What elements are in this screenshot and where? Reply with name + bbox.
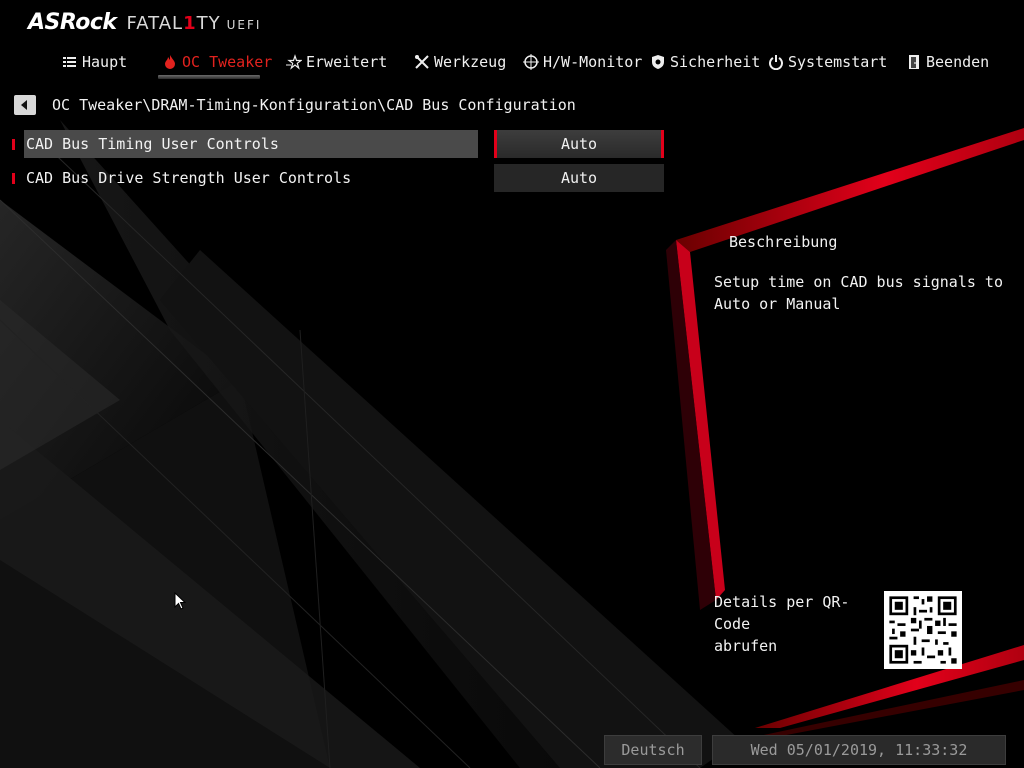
tab-label: OC Tweaker bbox=[182, 53, 273, 71]
description-text: Setup time on CAD bus signals to Auto or… bbox=[714, 273, 1003, 313]
tab-label: H/W-Monitor bbox=[543, 53, 643, 71]
qr-code-label: Details per QR-Code abrufen bbox=[714, 593, 850, 655]
tab-label: Werkzeug bbox=[434, 53, 507, 71]
tab-erweitert[interactable]: Erweitert bbox=[286, 48, 387, 76]
flame-icon bbox=[165, 55, 175, 69]
description-title: Beschreibung bbox=[729, 233, 838, 251]
asrock-logo: ASRock bbox=[28, 10, 117, 35]
tab-label: Beenden bbox=[926, 53, 990, 71]
tab-label: Erweitert bbox=[306, 53, 388, 71]
tab-sicherheit[interactable]: Sicherheit bbox=[650, 48, 760, 76]
tab-hw-monitor[interactable]: H/W-Monitor bbox=[523, 48, 642, 76]
arrow-left-icon bbox=[21, 100, 27, 110]
tab-label: Systemstart bbox=[788, 53, 888, 71]
row-marker bbox=[12, 139, 15, 150]
back-button[interactable] bbox=[14, 95, 36, 115]
star-icon bbox=[286, 54, 302, 70]
qr-code-image bbox=[884, 591, 962, 669]
setting-label: CAD Bus Drive Strength User Controls bbox=[26, 169, 352, 187]
uefi-label: UEFI bbox=[226, 18, 262, 32]
exit-door-icon bbox=[909, 55, 919, 69]
crosshair-icon bbox=[523, 54, 539, 70]
language-selector[interactable]: Deutsch bbox=[604, 735, 702, 765]
setting-row-cad-bus-drive-strength[interactable]: CAD Bus Drive Strength User Controls Aut… bbox=[12, 164, 666, 192]
row-marker bbox=[12, 173, 15, 184]
datetime-display: Wed 05/01/2019, 11:33:32 bbox=[712, 735, 1006, 765]
tab-label: Haupt bbox=[82, 53, 128, 71]
fatal1ty-logo: FATAL1TY bbox=[126, 13, 221, 34]
setting-value-dropdown[interactable]: Auto bbox=[494, 130, 664, 158]
tab-label: Sicherheit bbox=[670, 53, 761, 71]
tab-werkzeug[interactable]: Werkzeug bbox=[414, 48, 506, 76]
main-nav: Haupt OC Tweaker Erweitert Werkzeug H/W-… bbox=[0, 48, 1024, 78]
tab-beenden[interactable]: Beenden bbox=[906, 48, 989, 76]
mouse-cursor-icon bbox=[174, 592, 186, 610]
tools-icon bbox=[415, 55, 429, 69]
active-tab-indicator bbox=[158, 75, 260, 79]
setting-row-cad-bus-timing[interactable]: CAD Bus Timing User Controls Auto bbox=[12, 130, 666, 158]
power-icon bbox=[769, 55, 783, 70]
list-icon bbox=[63, 57, 76, 67]
tab-oc-tweaker[interactable]: OC Tweaker bbox=[162, 48, 272, 76]
setting-label: CAD Bus Timing User Controls bbox=[24, 130, 478, 158]
tab-haupt[interactable]: Haupt bbox=[62, 48, 127, 76]
breadcrumb: OC Tweaker\DRAM-Timing-Konfiguration\CAD… bbox=[52, 96, 576, 114]
tab-systemstart[interactable]: Systemstart bbox=[768, 48, 887, 76]
shield-icon bbox=[652, 55, 664, 69]
brand-logo: ASRock FATAL1TY UEFI bbox=[28, 10, 261, 38]
setting-value-dropdown[interactable]: Auto bbox=[494, 164, 664, 192]
